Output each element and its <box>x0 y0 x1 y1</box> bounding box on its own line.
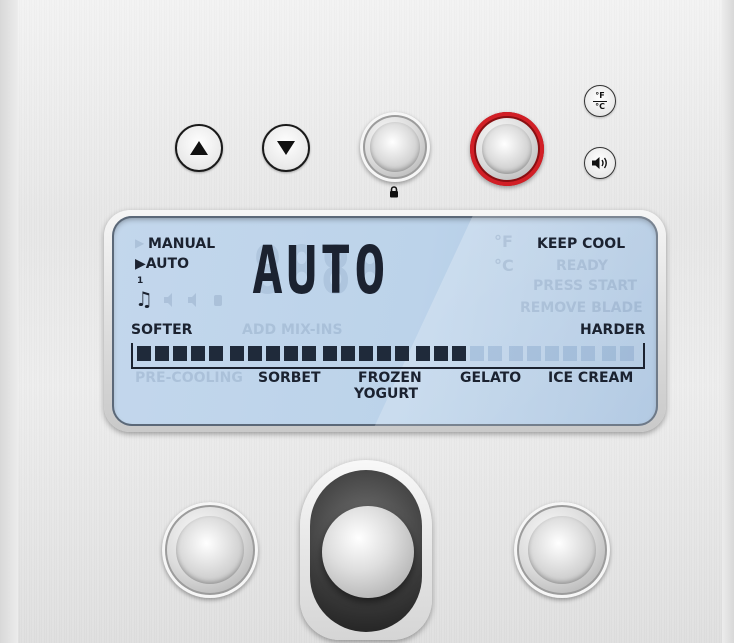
hardness-bar-segment <box>302 346 316 361</box>
hardness-bar-segment <box>230 346 244 361</box>
gelato-label: GELATO <box>460 370 522 386</box>
frozen-label: FROZEN <box>358 370 422 386</box>
ice-cream-label: ICE CREAM <box>548 370 634 386</box>
softer-label: SOFTER <box>131 322 193 338</box>
right-program-button-face <box>528 516 596 584</box>
unit-f-indicator: °F <box>494 232 513 251</box>
hardness-bar-segment <box>266 346 280 361</box>
hardness-bar-segment <box>563 346 577 361</box>
hardness-bar-segment <box>248 346 262 361</box>
press-start-label: PRESS START <box>533 278 638 294</box>
mode-manual-label: MANUAL <box>148 236 216 252</box>
hardness-bar-segment <box>581 346 595 361</box>
lcd-ghost-sound-icons <box>164 293 222 307</box>
panel-left-edge <box>0 0 18 643</box>
hardness-bar-segment <box>395 346 409 361</box>
panel-right-edge <box>722 0 734 643</box>
hardness-bar-segment <box>137 346 151 361</box>
hardness-bar-segment <box>323 346 337 361</box>
temperature-unit-button[interactable]: °F °C <box>584 85 616 117</box>
speaker-icon <box>592 157 607 169</box>
hardness-dial[interactable] <box>322 506 414 598</box>
hardness-bar-segment <box>284 346 298 361</box>
down-arrow-icon <box>277 141 295 155</box>
lock-icon <box>390 186 398 198</box>
unit-c-indicator: °C <box>494 256 514 275</box>
power-start-button-face <box>482 124 532 174</box>
ready-label: READY <box>556 258 608 274</box>
temperature-unit-icon: °F °C <box>593 90 607 111</box>
hardness-bar-segment <box>434 346 448 361</box>
power-start-button[interactable] <box>470 112 544 186</box>
harder-label: HARDER <box>580 322 646 338</box>
hardness-bar-segment <box>341 346 355 361</box>
hardness-bar-segment <box>602 346 616 361</box>
left-program-button-face <box>176 516 244 584</box>
timer-superscript: 1 <box>137 276 144 286</box>
lock-select-button[interactable] <box>360 112 430 182</box>
hardness-bar-segment <box>155 346 169 361</box>
hardness-bar-segment <box>173 346 187 361</box>
hardness-bar-segment <box>452 346 466 361</box>
music-note-icon: ♫ <box>135 287 153 311</box>
hardness-bar-segment <box>209 346 223 361</box>
hardness-bar-segment <box>488 346 502 361</box>
hardness-bar-segment <box>359 346 373 361</box>
yogurt-label: YOGURT <box>354 386 419 402</box>
remove-blade-label: REMOVE BLADE <box>520 300 643 316</box>
hardness-bar-segment <box>377 346 391 361</box>
right-program-button[interactable] <box>514 502 610 598</box>
unit-f-label: °F <box>595 90 605 100</box>
hardness-bar <box>137 346 634 361</box>
sound-button[interactable] <box>584 147 616 179</box>
hardness-bar-segment <box>545 346 559 361</box>
up-arrow-icon <box>190 141 208 155</box>
hardness-bar-segment <box>191 346 205 361</box>
hardness-bar-segment <box>470 346 484 361</box>
unit-c-label: °C <box>595 101 605 111</box>
hardness-bar-segment <box>527 346 541 361</box>
hardness-bar-segment <box>416 346 430 361</box>
left-program-button[interactable] <box>162 502 258 598</box>
lock-select-button-face <box>370 122 420 172</box>
up-button[interactable] <box>175 124 223 172</box>
sorbet-label: SORBET <box>258 370 321 386</box>
hardness-bar-segment <box>509 346 523 361</box>
down-button[interactable] <box>262 124 310 172</box>
mode-auto-label: ▶AUTO <box>135 256 189 272</box>
mode-indicator-ghost: ▶ <box>135 236 145 250</box>
add-mix-ins-label: ADD MIX-INS <box>242 322 343 338</box>
hardness-bar-segment <box>620 346 634 361</box>
main-display-readout: AUTO <box>252 232 389 309</box>
pre-cooling-label: PRE-COOLING <box>135 370 243 386</box>
keep-cool-label: KEEP COOL <box>537 236 626 252</box>
